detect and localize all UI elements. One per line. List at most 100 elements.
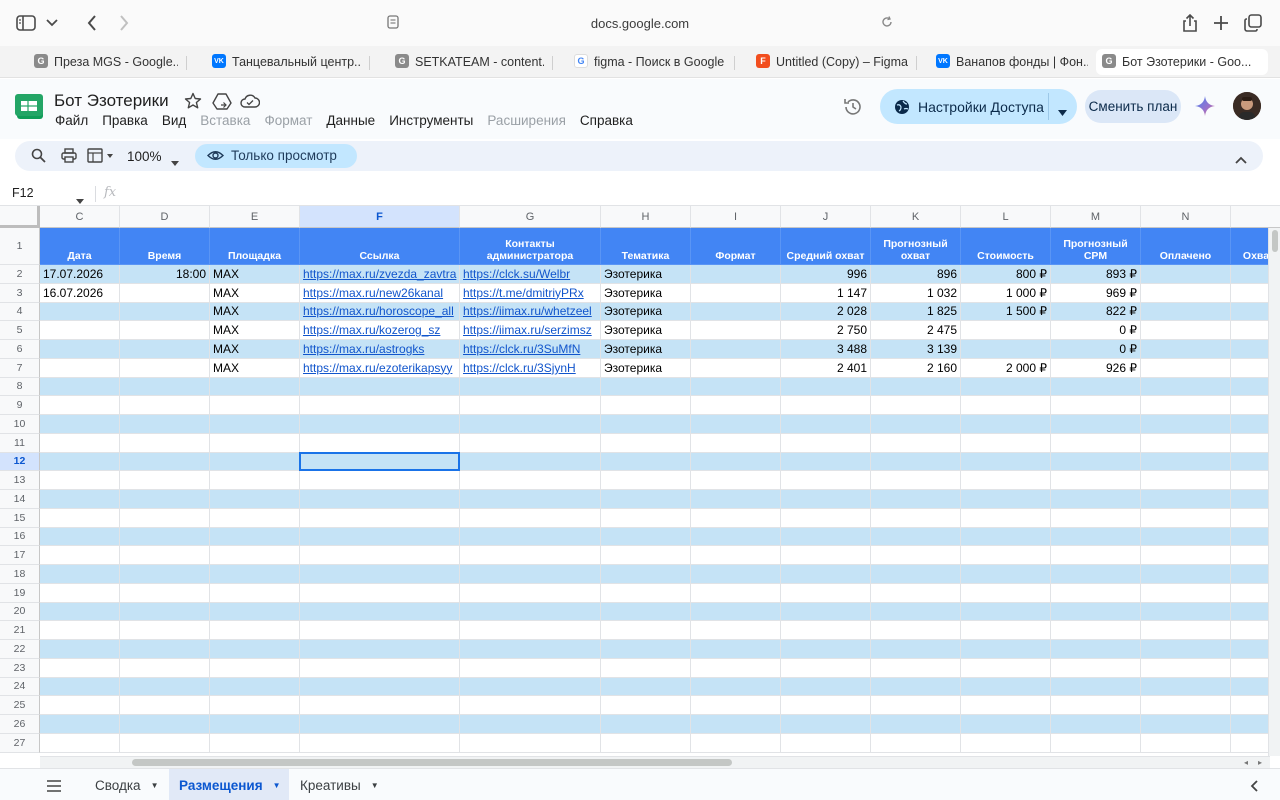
table-cell[interactable] [961, 490, 1051, 509]
table-cell[interactable] [120, 452, 210, 472]
table-cell[interactable] [460, 452, 601, 472]
table-cell[interactable] [691, 377, 781, 397]
print-icon[interactable] [61, 148, 77, 168]
table-cell[interactable] [300, 471, 460, 490]
table-cell[interactable]: 896 [871, 265, 961, 284]
table-cell[interactable] [1141, 527, 1231, 547]
row-header[interactable]: 17 [0, 546, 40, 565]
table-cell[interactable]: 2 475 [871, 321, 961, 340]
horizontal-scrollbar[interactable]: ◂ ▸ [40, 756, 1270, 768]
table-cell[interactable] [1141, 677, 1231, 697]
table-cell[interactable] [1141, 265, 1231, 284]
menu-insert[interactable]: Вставка [200, 113, 250, 128]
table-cell[interactable]: 2 750 [781, 321, 871, 340]
caret-down-icon[interactable] [1058, 103, 1067, 121]
table-cell[interactable]: 18:00 [120, 265, 210, 284]
row-header[interactable]: 5 [0, 321, 40, 340]
table-cell[interactable] [120, 340, 210, 359]
table-cell[interactable] [1051, 377, 1141, 397]
table-cell[interactable]: Эзотерика [601, 358, 691, 378]
column-header[interactable]: E [210, 206, 300, 228]
table-cell[interactable] [40, 433, 120, 453]
table-cell[interactable]: 1 147 [781, 283, 871, 303]
table-cell[interactable] [1051, 508, 1141, 528]
table-cell[interactable] [40, 621, 120, 640]
view-only-chip[interactable]: Только просмотр [195, 144, 357, 168]
table-cell[interactable] [781, 565, 871, 584]
table-cell[interactable] [961, 658, 1051, 678]
table-cell[interactable] [601, 527, 691, 547]
table-cell[interactable]: 1 032 [871, 283, 961, 303]
table-cell[interactable] [210, 658, 300, 678]
table-cell[interactable]: https://max.ru/ezoterikapsyy [300, 358, 460, 378]
scroll-left-icon[interactable]: ◂ [1244, 758, 1248, 767]
table-cell[interactable] [961, 433, 1051, 453]
table-cell[interactable] [1141, 358, 1231, 378]
row-header[interactable]: 19 [0, 583, 40, 603]
table-cell[interactable]: 17.07.2026 [40, 265, 120, 284]
table-cell[interactable] [871, 696, 961, 715]
header-cell[interactable]: Формат [691, 228, 781, 265]
table-cell[interactable] [871, 715, 961, 734]
table-cell[interactable] [691, 715, 781, 734]
header-cell[interactable]: Тематика [601, 228, 691, 265]
table-cell[interactable] [1141, 508, 1231, 528]
address-bar[interactable]: docs.google.com [380, 9, 900, 37]
table-cell[interactable]: 3 139 [871, 340, 961, 359]
table-cell[interactable] [1141, 340, 1231, 359]
row-header[interactable]: 22 [0, 640, 40, 659]
column-header[interactable]: N [1141, 206, 1231, 228]
table-cell[interactable] [691, 508, 781, 528]
table-cell[interactable]: 0 ₽ [1051, 321, 1141, 340]
table-cell[interactable] [871, 415, 961, 434]
table-cell[interactable] [691, 452, 781, 472]
table-cell[interactable] [460, 508, 601, 528]
gemini-icon[interactable] [1194, 95, 1216, 122]
row-header[interactable]: 24 [0, 677, 40, 697]
table-cell[interactable] [120, 677, 210, 697]
table-cell[interactable] [460, 602, 601, 622]
table-cell[interactable] [781, 640, 871, 659]
table-cell[interactable] [210, 546, 300, 565]
table-cell[interactable] [460, 715, 601, 734]
table-cell[interactable]: Эзотерика [601, 265, 691, 284]
table-cell[interactable] [691, 677, 781, 697]
avatar[interactable] [1233, 92, 1261, 120]
table-cell[interactable] [601, 415, 691, 434]
table-cell[interactable] [961, 527, 1051, 547]
table-cell[interactable] [601, 396, 691, 415]
table-cell[interactable]: https://max.ru/new26kanal [300, 283, 460, 303]
row-header[interactable]: 14 [0, 490, 40, 509]
table-cell[interactable] [460, 640, 601, 659]
table-cell[interactable] [210, 733, 300, 753]
table-cell[interactable] [691, 415, 781, 434]
table-cell[interactable] [120, 658, 210, 678]
table-cell[interactable] [210, 677, 300, 697]
table-cell[interactable] [601, 602, 691, 622]
table-cell[interactable] [120, 565, 210, 584]
menu-format[interactable]: Формат [264, 113, 312, 128]
table-cell[interactable]: MAX [210, 321, 300, 340]
table-cell[interactable] [961, 696, 1051, 715]
table-cell[interactable] [40, 415, 120, 434]
table-cell[interactable] [1051, 546, 1141, 565]
reload-icon[interactable] [880, 15, 894, 34]
table-cell[interactable] [691, 658, 781, 678]
table-cell[interactable] [1141, 658, 1231, 678]
table-cell[interactable] [40, 321, 120, 340]
table-cell[interactable] [601, 508, 691, 528]
table-cell[interactable] [210, 696, 300, 715]
row-header[interactable]: 16 [0, 527, 40, 547]
row-header[interactable]: 23 [0, 658, 40, 678]
row-header[interactable]: 1 [0, 228, 40, 265]
table-cell[interactable] [781, 452, 871, 472]
table-cell[interactable] [210, 452, 300, 472]
table-cell[interactable]: MAX [210, 358, 300, 378]
browser-tab-active[interactable]: G Бот Эзотерики - Goo... [1096, 49, 1268, 75]
header-cell[interactable]: Площадка [210, 228, 300, 265]
table-cell[interactable] [691, 358, 781, 378]
table-cell[interactable] [1051, 658, 1141, 678]
table-cell[interactable] [210, 565, 300, 584]
table-cell[interactable] [781, 490, 871, 509]
table-cell[interactable] [961, 583, 1051, 603]
